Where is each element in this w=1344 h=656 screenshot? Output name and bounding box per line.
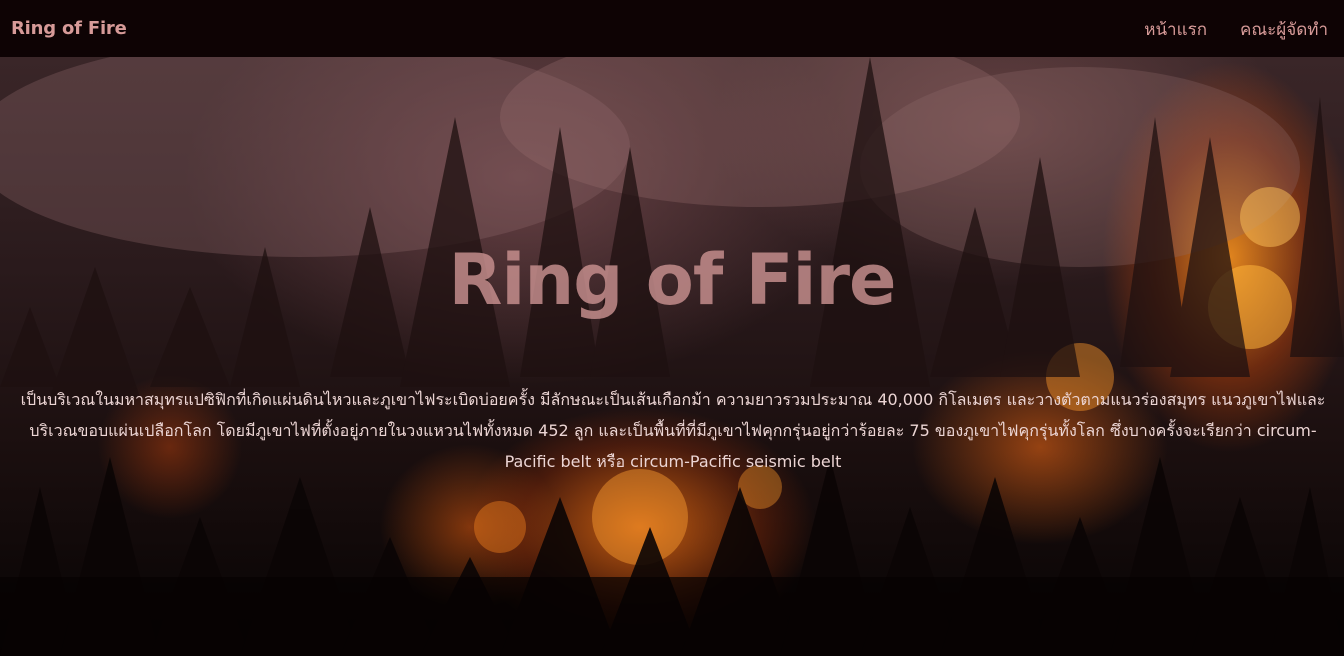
hero-title: Ring of Fire — [448, 239, 897, 321]
hero-content: Ring of Fire เป็นบริเวณในมหาสมุทรแปซิฟิก… — [0, 57, 1344, 656]
nav-links: หน้าแรก คณะผู้จัดทำ — [1144, 16, 1328, 43]
hero-description: เป็นบริเวณในมหาสมุทรแปซิฟิกที่เกิดแผ่นดิ… — [20, 390, 1326, 471]
brand-link[interactable]: Ring of Fire — [11, 18, 127, 39]
hero-section: Ring of Fire เป็นบริเวณในมหาสมุทรแปซิฟิก… — [0, 57, 1344, 656]
nav-link-home[interactable]: หน้าแรก — [1144, 16, 1207, 43]
nav-link-team[interactable]: คณะผู้จัดทำ — [1240, 16, 1328, 43]
navbar: Ring of Fire หน้าแรก คณะผู้จัดทำ — [0, 0, 1344, 57]
